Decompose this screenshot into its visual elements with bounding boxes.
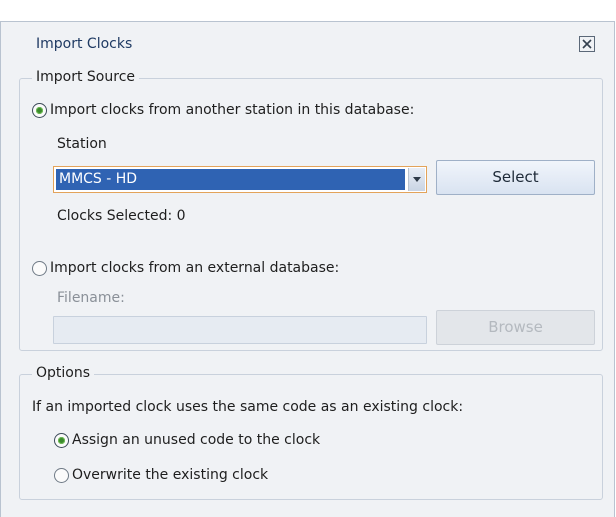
radio-button-unchecked[interactable]: [54, 467, 69, 483]
import-clocks-dialog: Import Clocks Import Source Import clock…: [0, 21, 615, 517]
station-label: Station: [57, 136, 107, 152]
radio-overwrite-existing[interactable]: Overwrite the existing clock: [54, 467, 268, 483]
options-description: If an imported clock uses the same code …: [32, 399, 464, 415]
filename-label: Filename:: [57, 290, 125, 306]
clocks-selected-text: Clocks Selected: 0: [57, 208, 186, 224]
radio-button-unchecked[interactable]: [32, 260, 47, 276]
radio-station-label: Import clocks from another station in th…: [50, 102, 415, 118]
radio-button-checked[interactable]: [54, 432, 69, 448]
select-button-label: Select: [492, 168, 539, 186]
import-source-legend: Import Source: [32, 69, 139, 85]
chevron-down-icon[interactable]: [408, 168, 425, 191]
title-bar: Import Clocks: [1, 22, 614, 66]
filename-field[interactable]: [53, 316, 427, 344]
browse-button[interactable]: Browse: [436, 310, 595, 345]
close-icon[interactable]: [578, 35, 596, 53]
radio-import-from-station[interactable]: Import clocks from another station in th…: [32, 102, 414, 118]
radio-import-from-external[interactable]: Import clocks from an external database:: [32, 260, 339, 276]
radio-assign-label: Assign an unused code to the clock: [72, 432, 321, 448]
radio-assign-unused-code[interactable]: Assign an unused code to the clock: [54, 432, 320, 448]
dialog-title: Import Clocks: [36, 36, 133, 52]
radio-external-label: Import clocks from an external database:: [50, 260, 340, 276]
radio-button-checked[interactable]: [32, 102, 47, 118]
station-dropdown-value: MMCS - HD: [56, 169, 405, 190]
station-dropdown[interactable]: MMCS - HD: [53, 166, 427, 193]
select-button[interactable]: Select: [436, 160, 595, 195]
browse-button-label: Browse: [488, 318, 543, 336]
options-legend: Options: [32, 365, 95, 381]
radio-overwrite-label: Overwrite the existing clock: [72, 467, 269, 483]
